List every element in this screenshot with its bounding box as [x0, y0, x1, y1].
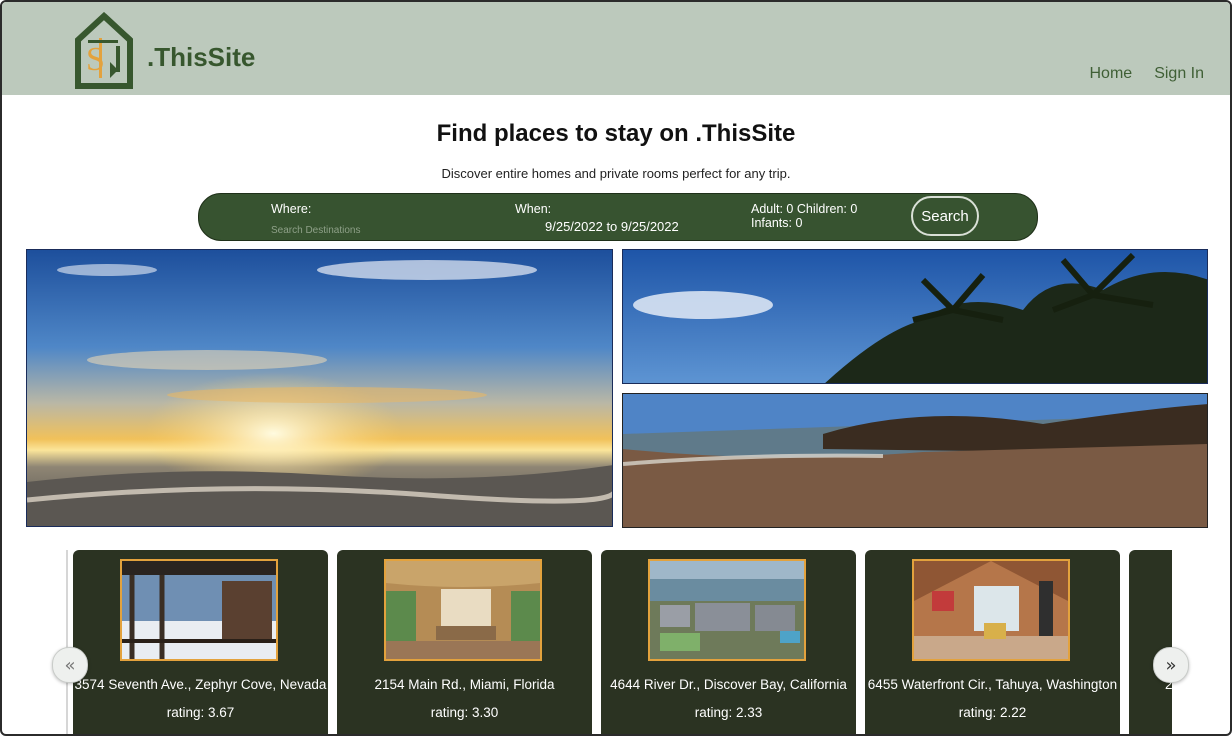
listing-photo[interactable]	[120, 559, 278, 661]
listing-card[interactable]: 2154 Main Rd., Miami, Florida rating: 3.…	[337, 550, 592, 734]
listing-card[interactable]: 2	[1129, 550, 1172, 734]
carousel-next-button[interactable]: »	[1153, 647, 1189, 683]
listing-rating: rating: 2.33	[694, 705, 763, 720]
site-logo[interactable]: S	[74, 11, 134, 90]
listing-card[interactable]: 3574 Seventh Ave., Zephyr Cove, Nevada r…	[73, 550, 328, 734]
hero-image-sunset-beach	[26, 249, 613, 527]
double-chevron-right-icon: »	[1165, 654, 1177, 676]
svg-text:S: S	[86, 41, 105, 78]
date-range-picker[interactable]: 9/25/2022 to 9/25/2022	[545, 219, 679, 234]
listing-photo[interactable]	[648, 559, 806, 661]
hero-image-palm-trees	[622, 249, 1208, 384]
listing-card[interactable]: 4644 River Dr., Discover Bay, California…	[601, 550, 856, 734]
listing-address: 3574 Seventh Ave., Zephyr Cove, Nevada	[74, 677, 327, 692]
site-header: S .ThisSite Home Sign In	[2, 2, 1230, 95]
listing-rating: rating: 3.30	[430, 705, 499, 720]
listing-rating: rating: 3.67	[166, 705, 235, 720]
destination-search-input[interactable]	[271, 223, 471, 237]
hero-image-beach-shore	[622, 393, 1208, 528]
guests-adults-children: Adult: 0 Children: 0	[751, 202, 858, 216]
where-label: Where:	[271, 202, 312, 216]
nav-home-link[interactable]: Home	[1090, 65, 1133, 83]
listings-carousel: 3574 Seventh Ave., Zephyr Cove, Nevada r…	[68, 550, 1172, 734]
nav-sign-in-link[interactable]: Sign In	[1154, 65, 1204, 83]
carousel-prev-button[interactable]: «	[52, 647, 88, 683]
search-bar: Where: When: 9/25/2022 to 9/25/2022 Adul…	[198, 193, 1038, 241]
listing-card[interactable]: 6455 Waterfront Cir., Tahuya, Washington…	[865, 550, 1120, 734]
page-subtitle: Discover entire homes and private rooms …	[441, 166, 791, 181]
listing-photo[interactable]	[912, 559, 1070, 661]
when-label: When:	[515, 202, 552, 216]
listing-address: 6455 Waterfront Cir., Tahuya, Washington	[867, 677, 1118, 692]
listing-photo[interactable]	[384, 559, 542, 661]
listing-address: 2154 Main Rd., Miami, Florida	[374, 677, 555, 692]
top-nav: Home Sign In	[1090, 65, 1205, 83]
search-button[interactable]: Search	[911, 196, 979, 236]
listing-address: 4644 River Dr., Discover Bay, California	[610, 677, 847, 692]
double-chevron-left-icon: «	[64, 654, 76, 676]
listing-rating: rating: 2.22	[958, 705, 1027, 720]
guest-selector[interactable]: Adult: 0 Children: 0 Infants: 0	[751, 202, 857, 230]
page-title: Find places to stay on .ThisSite	[436, 120, 796, 147]
brand-name[interactable]: .ThisSite	[147, 42, 255, 73]
browser-frame: S .ThisSite Home Sign In Find places to …	[0, 0, 1232, 736]
guests-infants: Infants: 0	[751, 216, 803, 230]
